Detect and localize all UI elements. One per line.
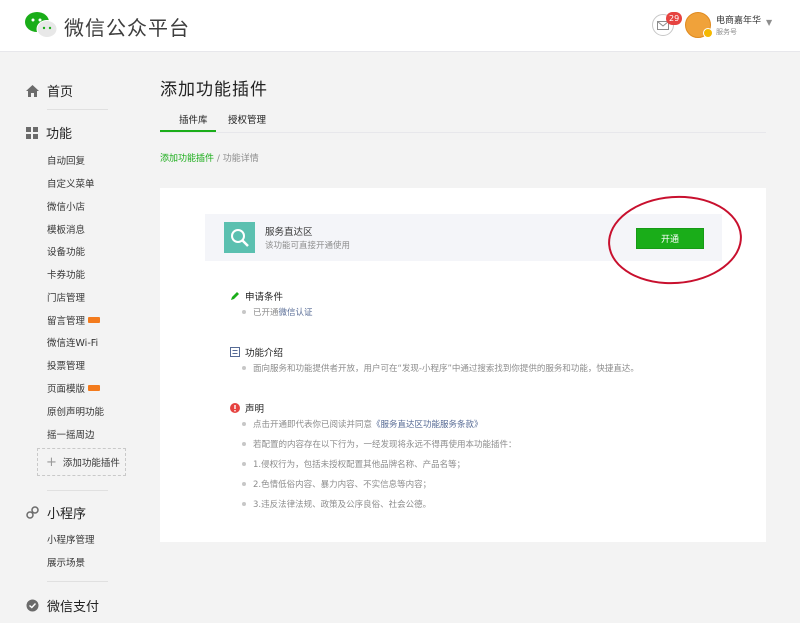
- section-title: 功能介绍: [245, 348, 284, 359]
- intro-text: 面向服务和功能提供者开放，用户可在“发现-小程序”中通过搜索找到你提供的服务和功…: [242, 362, 639, 374]
- requirements-heading: 申请条件: [230, 289, 283, 303]
- sidebar-item-voting[interactable]: 投票管理: [47, 358, 85, 372]
- home-icon: [26, 84, 39, 97]
- sidebar-section-label: 小程序: [47, 507, 87, 522]
- section-title: 声明: [245, 404, 265, 415]
- sidebar-item-template-message[interactable]: 模板消息: [47, 222, 85, 236]
- active-tab-indicator: [160, 130, 216, 132]
- sidebar-section-features: 功能: [26, 123, 72, 142]
- add-plugin-label: 添加功能插件: [62, 458, 120, 469]
- wechat-pay-icon: [26, 599, 39, 612]
- plugin-description: 该功能可直接开通使用: [265, 241, 351, 251]
- sidebar-item-label: 页面模版: [47, 384, 86, 395]
- divider: [47, 109, 108, 110]
- sidebar-item-wechat-store[interactable]: 微信小店: [47, 199, 85, 213]
- sidebar-item-page-templates[interactable]: 页面模版: [47, 381, 101, 395]
- new-badge: [88, 385, 101, 391]
- sidebar-section-miniprogram: 小程序: [26, 503, 86, 522]
- sidebar-item-label: 留言管理: [47, 316, 86, 327]
- top-header: 微信公众平台 29 电商嘉年华 服务号 ▼: [0, 0, 800, 52]
- tab-plugin-library[interactable]: 插件库: [179, 112, 208, 126]
- enable-button[interactable]: 开通: [636, 228, 704, 249]
- sidebar-item-coupons[interactable]: 卡券功能: [47, 267, 85, 281]
- sidebar: 首页 功能 自动回复 自定义菜单 微信小店 模板消息 设备功能 卡券功能 门店管…: [0, 52, 140, 623]
- account-name[interactable]: 电商嘉年华: [716, 13, 761, 26]
- section-title: 申请条件: [245, 292, 284, 303]
- statement-line: 2.色情低俗内容、暴力内容、不实信息等内容；: [242, 478, 431, 490]
- plugin-name: 服务直达区: [265, 227, 313, 238]
- pencil-icon: [231, 292, 239, 300]
- tab-bar: 插件库 授权管理: [160, 110, 766, 133]
- grid-icon: [26, 126, 38, 139]
- intro-heading: 功能介绍: [230, 345, 283, 359]
- breadcrumb-link[interactable]: 添加功能插件: [160, 154, 214, 164]
- verified-icon: [703, 28, 713, 38]
- app-title: 微信公众平台: [64, 16, 190, 40]
- page-title: 添加功能插件: [160, 80, 268, 100]
- chevron-down-icon[interactable]: ▼: [766, 18, 772, 27]
- terms-link[interactable]: 《服务直达区功能服务条款》: [372, 418, 483, 430]
- account-type: 服务号: [716, 28, 737, 36]
- sidebar-item-display-scenes[interactable]: 展示场景: [47, 555, 85, 569]
- statement-line: 1.侵权行为，包括未授权配置其他品牌名称、产品名等；: [242, 458, 465, 470]
- statement-line: 若配置的内容存在以下行为，一经发现将永远不得再使用本功能插件：: [242, 438, 517, 450]
- plugin-detail-panel: 服务直达区 该功能可直接开通使用 开通 申请条件 已开通 微信认证 功能介绍 面向…: [160, 188, 766, 542]
- statement-heading: 声明: [230, 401, 264, 415]
- requirement-item: 已开通 微信认证: [242, 306, 313, 318]
- plugin-summary: 服务直达区 该功能可直接开通使用 开通: [205, 214, 722, 261]
- sidebar-item-device[interactable]: 设备功能: [47, 244, 85, 258]
- sidebar-item-shake[interactable]: 摇一摇周边: [47, 427, 95, 441]
- warning-icon: [230, 403, 240, 413]
- sidebar-item-comments[interactable]: 留言管理: [47, 313, 101, 327]
- tab-authorization[interactable]: 授权管理: [228, 112, 266, 126]
- sidebar-item-label: 首页: [47, 85, 74, 100]
- sidebar-item-custom-menu[interactable]: 自定义菜单: [47, 176, 95, 190]
- divider: [47, 490, 108, 491]
- sidebar-section-pay: 微信支付: [26, 596, 99, 615]
- plus-icon: +: [46, 454, 57, 470]
- statement-line: 3.违反法律法规、政策及公序良俗、社会公德。: [242, 498, 431, 510]
- document-icon: [230, 347, 240, 357]
- wechat-verification-link[interactable]: 微信认证: [279, 306, 313, 318]
- divider: [47, 581, 108, 582]
- sidebar-item-original-declaration[interactable]: 原创声明功能: [47, 404, 104, 418]
- breadcrumb-separator: /: [214, 154, 223, 164]
- new-badge: [88, 317, 101, 323]
- breadcrumb-current: 功能详情: [222, 154, 259, 164]
- sidebar-item-stores[interactable]: 门店管理: [47, 290, 85, 304]
- sidebar-item-home[interactable]: 首页: [26, 81, 73, 100]
- add-plugin-button[interactable]: + 添加功能插件: [37, 448, 126, 476]
- sidebar-item-auto-reply[interactable]: 自动回复: [47, 153, 85, 167]
- sidebar-item-miniprogram-manage[interactable]: 小程序管理: [47, 532, 95, 546]
- statement-line: 点击开通即代表你已阅读并同意 《服务直达区功能服务条款》: [242, 418, 483, 430]
- link-icon: [26, 506, 39, 519]
- search-icon: [224, 222, 255, 253]
- wechat-logo-icon[interactable]: [24, 11, 58, 39]
- sidebar-item-wifi[interactable]: 微信连Wi-Fi: [47, 335, 98, 349]
- message-count-badge: 29: [666, 12, 683, 25]
- sidebar-section-label: 微信支付: [47, 600, 100, 615]
- breadcrumb: 添加功能插件 / 功能详情: [160, 151, 259, 164]
- sidebar-section-label: 功能: [46, 127, 73, 142]
